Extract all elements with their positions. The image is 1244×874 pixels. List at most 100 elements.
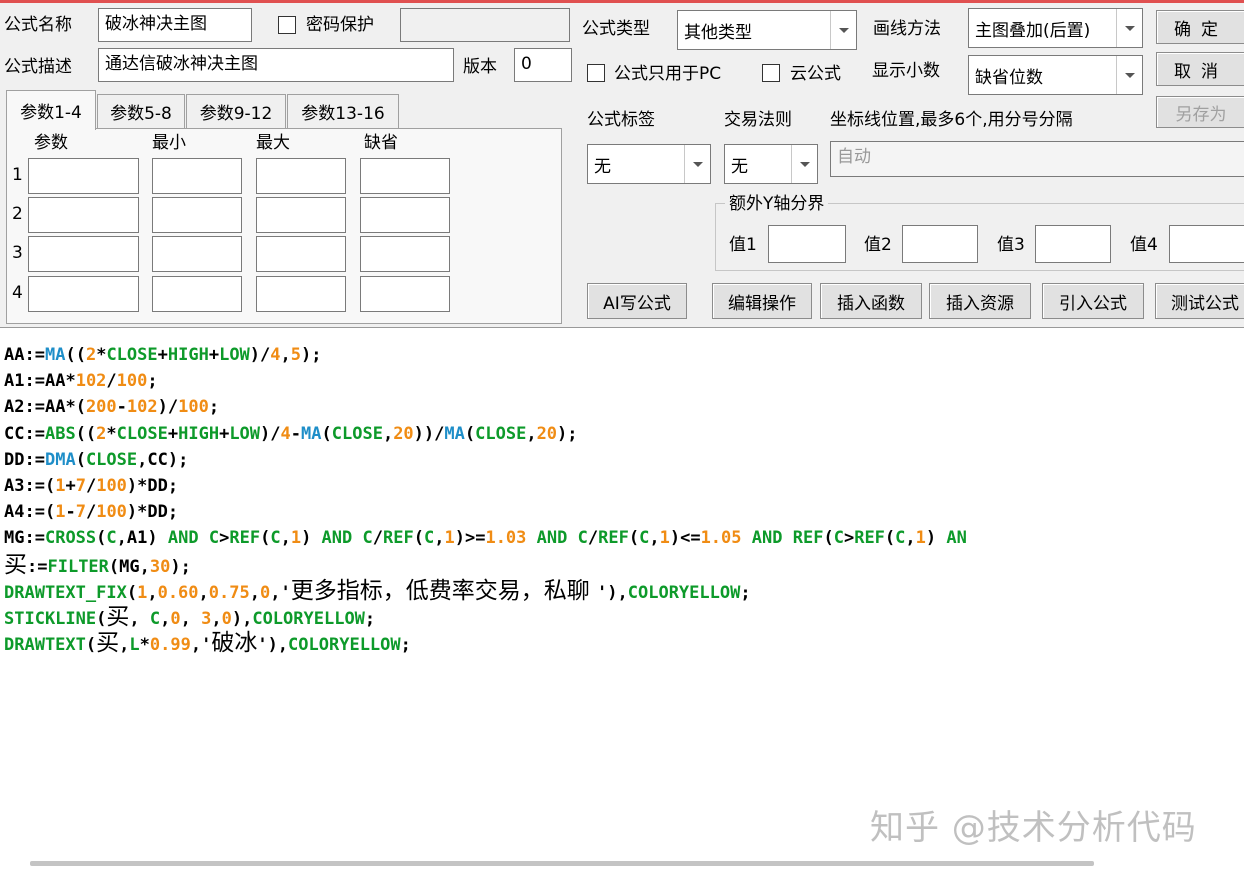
- param-default-input[interactable]: [360, 158, 450, 194]
- param-name-input[interactable]: [28, 236, 139, 272]
- pc-only-checkbox[interactable]: [587, 64, 605, 82]
- value1-label: 值1: [729, 235, 757, 255]
- code-line[interactable]: A1:=AA*102/100;: [4, 368, 967, 394]
- cloud-formula-checkbox[interactable]: [762, 64, 780, 82]
- param-default-input[interactable]: [360, 197, 450, 233]
- code-line[interactable]: AA:=MA((2*CLOSE+HIGH+LOW)/4,5);: [4, 342, 967, 368]
- save-as-button[interactable]: 另存为: [1156, 96, 1244, 128]
- code-token: -: [65, 502, 76, 523]
- cancel-button[interactable]: 取消: [1156, 52, 1244, 86]
- code-line[interactable]: A2:=AA*(200-102)/100;: [4, 394, 967, 420]
- tab-params-13-16[interactable]: 参数13-16: [287, 94, 399, 128]
- code-token: A3: [4, 475, 25, 496]
- tab-params-5-8[interactable]: 参数5-8: [97, 94, 185, 128]
- param-min-input[interactable]: [152, 158, 242, 194]
- decimals-select[interactable]: 缺省位数: [968, 55, 1143, 95]
- code-token: 100: [96, 475, 127, 496]
- code-line[interactable]: STICKLINE(买, C,0, 3,0),COLORYELLOW;: [4, 604, 967, 630]
- param-max-input[interactable]: [256, 158, 346, 194]
- code-token: /: [372, 528, 384, 549]
- code-line[interactable]: DRAWTEXT_FIX(1,0.60,0.75,0,'更多指标，低费率交易，私…: [4, 578, 967, 604]
- code-token: C: [833, 528, 844, 549]
- chevron-down-icon[interactable]: [1116, 9, 1142, 47]
- decimals-label: 显示小数: [872, 61, 940, 81]
- code-token: AA: [44, 371, 66, 392]
- code-token: AA: [4, 345, 25, 365]
- code-token: HIGH: [167, 345, 209, 365]
- tab-params-9-12[interactable]: 参数9-12: [186, 94, 286, 128]
- param-default-input[interactable]: [360, 236, 450, 272]
- param-name-input[interactable]: [28, 276, 139, 312]
- password-input[interactable]: [400, 8, 570, 42]
- edit-ops-button[interactable]: 编辑操作: [712, 283, 812, 319]
- param-min-input[interactable]: [152, 236, 242, 272]
- axis-position-label: 坐标线位置,最多6个,用分号分隔: [830, 110, 1073, 130]
- code-token: 0.60: [157, 582, 199, 603]
- value1-input[interactable]: [768, 225, 846, 263]
- formula-code-editor[interactable]: AA:=MA((2*CLOSE+HIGH+LOW)/4,5); A1:=AA*10…: [0, 327, 1244, 874]
- ai-write-button[interactable]: AI写公式: [587, 283, 687, 319]
- code-token: ,: [116, 528, 127, 549]
- formula-type-select[interactable]: 其他类型: [677, 10, 857, 50]
- code-token: HIGH: [178, 423, 220, 444]
- code-line[interactable]: A3:=(1+7/100)*DD;: [4, 473, 967, 499]
- code-token: AND: [167, 528, 199, 549]
- import-formula-button[interactable]: 引入公式: [1042, 283, 1144, 319]
- password-protect-checkbox[interactable]: [278, 16, 296, 34]
- param-min-input[interactable]: [152, 276, 242, 312]
- code-line[interactable]: MG:=CROSS(C,A1) AND C>REF(C,1) AND C/REF…: [4, 525, 967, 551]
- param-row-index: 4: [12, 283, 23, 303]
- chevron-down-icon[interactable]: [1116, 56, 1142, 94]
- param-max-input[interactable]: [256, 236, 346, 272]
- code-token: *: [96, 345, 107, 365]
- insert-resource-button[interactable]: 插入资源: [929, 283, 1031, 319]
- param-min-input[interactable]: [152, 197, 242, 233]
- chevron-down-icon[interactable]: [684, 145, 710, 183]
- insert-function-button[interactable]: 插入函数: [820, 283, 922, 319]
- horizontal-scrollbar[interactable]: [30, 861, 1094, 866]
- code-token: :=: [24, 528, 45, 549]
- trade-rule-select[interactable]: 无: [724, 144, 818, 184]
- param-max-input[interactable]: [256, 197, 346, 233]
- param-name-input[interactable]: [28, 158, 139, 194]
- code-text[interactable]: AA:=MA((2*CLOSE+HIGH+LOW)/4,5); A1:=AA*10…: [4, 342, 967, 656]
- code-token: REF: [229, 528, 261, 549]
- value4-input[interactable]: [1169, 225, 1244, 263]
- value2-input[interactable]: [902, 225, 978, 263]
- code-line[interactable]: 买:=FILTER(MG,30);: [4, 552, 967, 578]
- param-max-input[interactable]: [256, 276, 346, 312]
- tab-params-1-4[interactable]: 参数1-4: [6, 90, 96, 130]
- code-token: 1: [55, 502, 66, 523]
- code-token: (: [413, 528, 424, 549]
- formula-desc-input[interactable]: 通达信破冰神决主图: [98, 48, 454, 82]
- code-token: +: [157, 345, 168, 365]
- code-token: +: [167, 423, 179, 444]
- formula-tag-select[interactable]: 无: [587, 144, 711, 184]
- code-line[interactable]: DD:=DMA(CLOSE,CC);: [4, 447, 967, 473]
- chevron-down-icon[interactable]: [830, 11, 856, 49]
- value3-input[interactable]: [1035, 225, 1111, 263]
- code-line[interactable]: DRAWTEXT(买,L*0.99,'破冰'),COLORYELLOW;: [4, 630, 967, 656]
- code-token: 30: [149, 556, 171, 577]
- param-default-input[interactable]: [360, 276, 450, 312]
- code-token: 100: [96, 502, 127, 523]
- code-token: DD: [147, 475, 168, 496]
- code-token: );: [301, 345, 322, 365]
- version-input[interactable]: 0: [514, 48, 572, 82]
- axis-position-input[interactable]: 自动: [830, 141, 1244, 177]
- code-token: DRAWTEXT: [4, 635, 86, 656]
- code-token: 1: [137, 582, 148, 603]
- code-line[interactable]: CC:=ABS((2*CLOSE+HIGH+LOW)/4-MA(CLOSE,20…: [4, 421, 967, 447]
- chevron-down-icon[interactable]: [791, 145, 817, 183]
- code-token: (: [884, 528, 896, 549]
- param-name-input[interactable]: [28, 197, 139, 233]
- code-token: ,: [129, 608, 150, 629]
- formula-name-input[interactable]: 破冰神决主图: [98, 8, 252, 42]
- test-formula-button[interactable]: 测试公式: [1155, 283, 1244, 319]
- draw-method-label: 画线方法: [873, 19, 941, 39]
- draw-method-select[interactable]: 主图叠加(后置): [968, 8, 1143, 48]
- code-line[interactable]: A4:=(1-7/100)*DD;: [4, 499, 967, 525]
- code-token: (: [321, 423, 332, 444]
- ok-button[interactable]: 确定: [1156, 10, 1244, 44]
